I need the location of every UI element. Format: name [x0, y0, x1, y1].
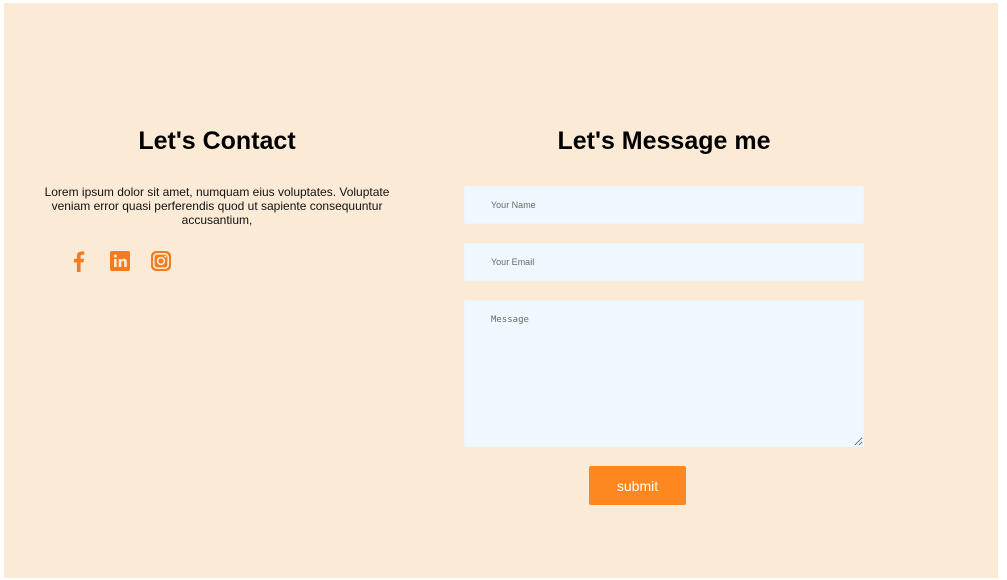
submit-button[interactable]: submit [589, 466, 686, 505]
email-input[interactable] [464, 243, 864, 281]
facebook-icon[interactable] [68, 250, 90, 273]
social-links [68, 250, 172, 273]
message-textarea[interactable] [464, 300, 864, 447]
instagram-icon[interactable] [150, 250, 172, 272]
contact-info: Let's Contact Lorem ipsum dolor sit amet… [42, 125, 392, 227]
contact-description: Lorem ipsum dolor sit amet, numquam eius… [44, 185, 390, 227]
contact-heading: Let's Contact [138, 127, 296, 155]
message-heading: Let's Message me [557, 127, 771, 155]
linkedin-icon[interactable] [109, 250, 131, 272]
contact-section: Let's Contact Lorem ipsum dolor sit amet… [4, 3, 998, 578]
name-input[interactable] [464, 186, 864, 224]
message-form: Let's Message me submit [464, 125, 864, 505]
